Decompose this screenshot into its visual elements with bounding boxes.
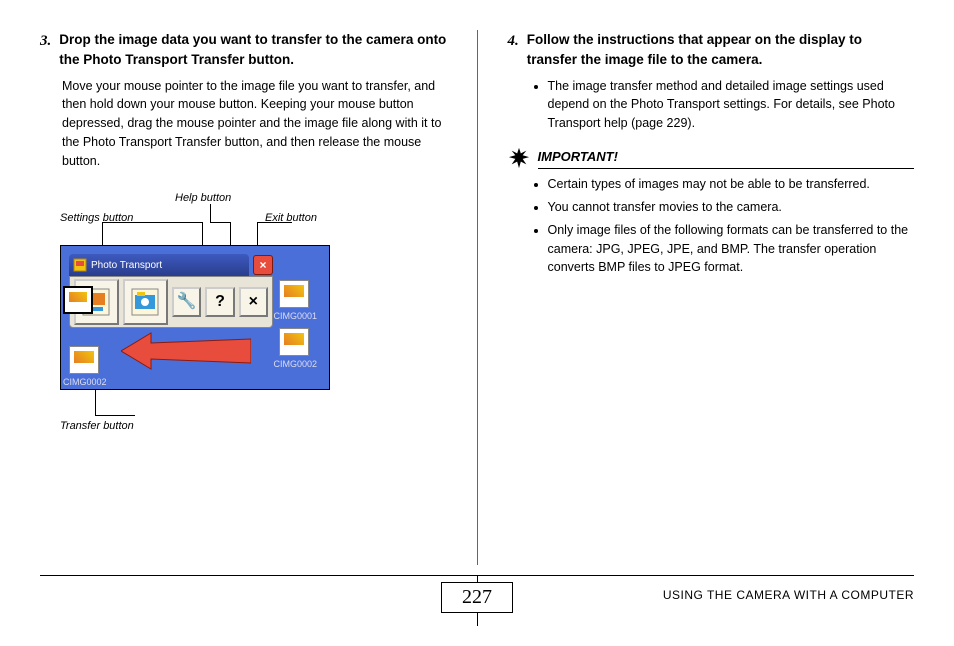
left-column: 3. Drop the image data you want to trans… [40,30,447,565]
step-number-3: 3. [40,30,51,71]
file-icon[interactable] [69,346,99,374]
step-number-4: 4. [508,30,519,71]
callout-help: Help button [175,190,231,207]
capture-button[interactable] [123,279,168,325]
window-title: Photo Transport [91,258,162,273]
file-icon[interactable] [279,328,309,356]
file-label-3: CIMG0002 [63,376,107,390]
page-footer: 227 USING THE CAMERA WITH A COMPUTER [40,575,914,625]
help-button[interactable]: ? [205,287,234,317]
app-icon [73,258,87,272]
page-number: 227 [441,582,513,613]
step-4-title: Follow the instructions that appear on t… [527,30,914,71]
important-list: Certain types of images may not be able … [530,175,915,277]
drag-arrow-icon [121,331,251,371]
toolbar: 🔧 ? × [69,276,273,328]
column-divider [477,30,478,565]
exit-button[interactable]: × [239,287,268,317]
file-label-2: CIMG0002 [273,358,317,372]
window-close-button[interactable]: × [253,255,273,275]
burst-icon [508,147,530,169]
step-3-title: Drop the image data you want to transfer… [59,30,446,71]
right-column: 4. Follow the instructions that appear o… [508,30,915,565]
photo-transport-diagram: Settings button Help button Exit button … [60,190,360,440]
file-label-1: CIMG0001 [273,310,317,324]
callout-transfer: Transfer button [60,418,134,435]
important-item: Certain types of images may not be able … [548,175,915,194]
step-3-body: Move your mouse pointer to the image fil… [62,77,447,171]
dragged-file-icon[interactable] [63,286,93,314]
step-4-note: The image transfer method and detailed i… [548,77,915,133]
important-item: Only image files of the following format… [548,221,915,277]
file-icon[interactable] [279,280,309,308]
app-screenshot: Photo Transport × 🔧 ? × CIMG0001 [60,245,330,390]
important-heading: IMPORTANT! [538,147,915,170]
callout-settings: Settings button [60,210,133,227]
window-titlebar: Photo Transport [69,254,249,276]
settings-button[interactable]: 🔧 [172,287,201,317]
section-title: USING THE CAMERA WITH A COMPUTER [663,588,914,602]
capture-icon [128,285,162,319]
callout-exit: Exit button [265,210,317,227]
important-item: You cannot transfer movies to the camera… [548,198,915,217]
